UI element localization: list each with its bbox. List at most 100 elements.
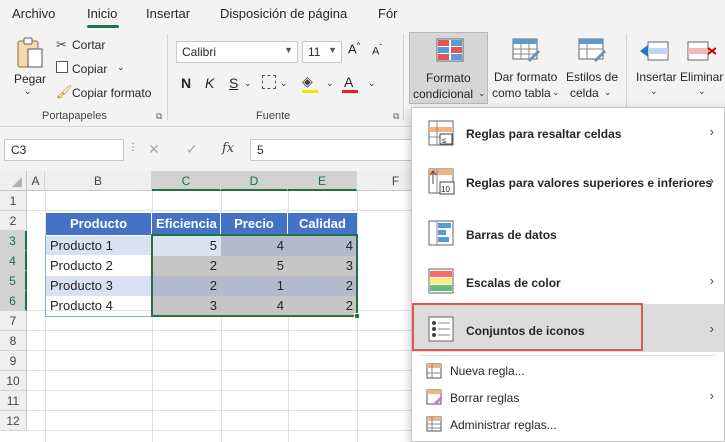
tab-inicio[interactable]: Inicio bbox=[87, 6, 117, 21]
table-cell[interactable]: Producto 2 bbox=[46, 256, 152, 276]
menu-item-highlight-rules[interactable]: ≤ Reglas para resaltar celdas › bbox=[412, 108, 724, 156]
clear-rules-icon bbox=[426, 389, 442, 405]
borders-icon[interactable] bbox=[262, 75, 276, 89]
row-header-1[interactable]: 1 bbox=[0, 191, 27, 211]
conditional-format-menu: ≤ Reglas para resaltar celdas › 10 Regla… bbox=[411, 107, 725, 442]
paste-chevron-icon[interactable]: ⌄ bbox=[24, 86, 32, 97]
table-header-producto[interactable]: Producto bbox=[46, 213, 152, 235]
row-header-12[interactable]: 12 bbox=[0, 411, 27, 431]
font-size-combo[interactable]: 11 ▼ bbox=[302, 41, 342, 63]
fill-color-icon[interactable]: ◈ bbox=[302, 73, 313, 90]
bold-button[interactable]: N bbox=[181, 75, 191, 91]
manage-rules-icon bbox=[426, 416, 442, 432]
menu-item-label: Borrar reglas bbox=[450, 391, 520, 405]
table-cell[interactable]: Producto 3 bbox=[46, 276, 152, 296]
fill-chevron-icon[interactable]: ⌄ bbox=[326, 78, 334, 89]
font-color-bar bbox=[342, 90, 358, 93]
format-as-table-button[interactable]: Dar formato como tabla ⌄ bbox=[490, 32, 562, 104]
clipboard-launcher-icon[interactable]: ⧉ bbox=[156, 111, 162, 122]
fill-color-bar bbox=[302, 90, 318, 93]
row-header-5[interactable]: 5 bbox=[0, 271, 27, 291]
menu-item-color-scales[interactable]: Escalas de color › bbox=[412, 256, 724, 304]
menu-item-clear-rules[interactable]: Borrar reglas › bbox=[412, 384, 724, 410]
underline-button[interactable]: S bbox=[229, 75, 238, 91]
enter-icon[interactable]: ✓ bbox=[186, 141, 198, 158]
table-cell[interactable]: Producto 1 bbox=[46, 236, 152, 256]
column-header-c[interactable]: C bbox=[152, 171, 221, 191]
cell-styles-button[interactable]: Estilos de celda ⌄ bbox=[562, 32, 622, 104]
chevron-down-icon: ▼ bbox=[284, 45, 293, 55]
font-name-value: Calibri bbox=[182, 45, 217, 59]
delete-cells-icon bbox=[687, 41, 716, 61]
select-all-corner[interactable] bbox=[0, 171, 27, 191]
table-header-calidad[interactable]: Calidad bbox=[288, 213, 357, 235]
column-header-b[interactable]: B bbox=[45, 171, 152, 191]
row-header-4[interactable]: 4 bbox=[0, 251, 27, 271]
tab-formulas[interactable]: Fór bbox=[378, 6, 398, 21]
chevron-down-icon: ⌄ bbox=[478, 88, 486, 98]
paste-label: Pegar bbox=[14, 72, 47, 86]
column-header-d[interactable]: D bbox=[221, 171, 288, 191]
row-header-3[interactable]: 3 bbox=[0, 231, 27, 251]
column-header-a[interactable]: A bbox=[27, 171, 45, 191]
menu-divider bbox=[420, 355, 716, 356]
table-header-precio[interactable]: Precio bbox=[221, 213, 288, 235]
menu-item-data-bars[interactable]: Barras de datos bbox=[412, 208, 724, 256]
format-painter-button[interactable]: Copiar formato bbox=[72, 86, 151, 100]
row-header-8[interactable]: 8 bbox=[0, 331, 27, 351]
svg-text:≤: ≤ bbox=[442, 136, 447, 145]
table-format-icon bbox=[512, 38, 540, 62]
increase-font-icon[interactable]: A^ bbox=[348, 41, 360, 56]
copy-button[interactable]: Copiar bbox=[72, 62, 107, 76]
decrease-font-icon[interactable]: Aˇ bbox=[372, 43, 382, 58]
scissors-icon: ✂ bbox=[56, 37, 67, 52]
row-header-6[interactable]: 6 bbox=[0, 291, 27, 311]
cancel-icon[interactable]: ✕ bbox=[148, 141, 160, 158]
tab-archivo[interactable]: Archivo bbox=[12, 6, 55, 21]
font-color-icon[interactable]: A bbox=[344, 74, 353, 90]
font-name-combo[interactable]: Calibri ▼ bbox=[176, 41, 298, 63]
menu-item-label: Reglas para resaltar celdas bbox=[466, 127, 622, 141]
name-box[interactable]: C3 bbox=[4, 139, 124, 161]
name-box-value: C3 bbox=[11, 143, 27, 157]
conditional-format-button[interactable]: Formato condicional ⌄ bbox=[409, 32, 488, 104]
chevron-right-icon: › bbox=[709, 321, 714, 336]
menu-item-label: Escalas de color bbox=[466, 276, 561, 290]
font-launcher-icon[interactable]: ⧉ bbox=[393, 111, 399, 122]
tab-disposicion-pagina[interactable]: Disposición de página bbox=[220, 6, 347, 21]
column-header-e[interactable]: E bbox=[288, 171, 357, 191]
menu-item-manage-rules[interactable]: Administrar reglas... bbox=[412, 410, 724, 438]
underline-chevron-icon[interactable]: ⌄ bbox=[244, 78, 252, 89]
font-color-chevron-icon[interactable]: ⌄ bbox=[368, 78, 376, 89]
menu-item-top-bottom-rules[interactable]: 10 Reglas para valores superiores e infe… bbox=[412, 156, 724, 204]
row-header-11[interactable]: 11 bbox=[0, 391, 27, 411]
ribbon-tab-bar: Archivo Inicio Insertar Disposición de p… bbox=[0, 0, 725, 30]
row-header-7[interactable]: 7 bbox=[0, 311, 27, 331]
menu-item-new-rule[interactable]: Nueva regla... bbox=[412, 358, 724, 384]
chevron-right-icon: › bbox=[709, 273, 714, 288]
row-header-10[interactable]: 10 bbox=[0, 371, 27, 391]
paste-button[interactable] bbox=[14, 36, 46, 70]
row-header-9[interactable]: 9 bbox=[0, 351, 27, 371]
borders-chevron-icon[interactable]: ⌄ bbox=[280, 78, 288, 89]
table-cell[interactable]: Producto 4 bbox=[46, 296, 152, 316]
insert-function-icon[interactable]: fx bbox=[222, 141, 234, 156]
color-scales-icon bbox=[428, 268, 454, 294]
menu-item-label: Administrar reglas... bbox=[450, 418, 557, 432]
table-border bbox=[45, 316, 153, 317]
selection-border bbox=[151, 234, 358, 317]
italic-button[interactable]: K bbox=[205, 75, 214, 91]
insert-cells-icon bbox=[640, 41, 669, 61]
fill-handle[interactable] bbox=[354, 313, 360, 319]
conditional-format-label-2: condicional bbox=[413, 87, 474, 101]
insert-cells-button[interactable]: Insertar ⌄ bbox=[632, 32, 678, 104]
cut-button[interactable]: Cortar bbox=[72, 38, 105, 52]
row-header-2[interactable]: 2 bbox=[0, 211, 27, 231]
tab-insertar[interactable]: Insertar bbox=[146, 6, 190, 21]
table-header-eficiencia[interactable]: Eficiencia bbox=[152, 213, 221, 235]
copy-chevron-icon[interactable]: ⌄ bbox=[117, 62, 125, 73]
gridline bbox=[27, 430, 417, 431]
delete-cells-button[interactable]: Eliminar ⌄ bbox=[678, 32, 725, 104]
more-options-icon[interactable]: ⋮ bbox=[128, 142, 138, 153]
chevron-down-icon: ⌄ bbox=[604, 87, 612, 97]
